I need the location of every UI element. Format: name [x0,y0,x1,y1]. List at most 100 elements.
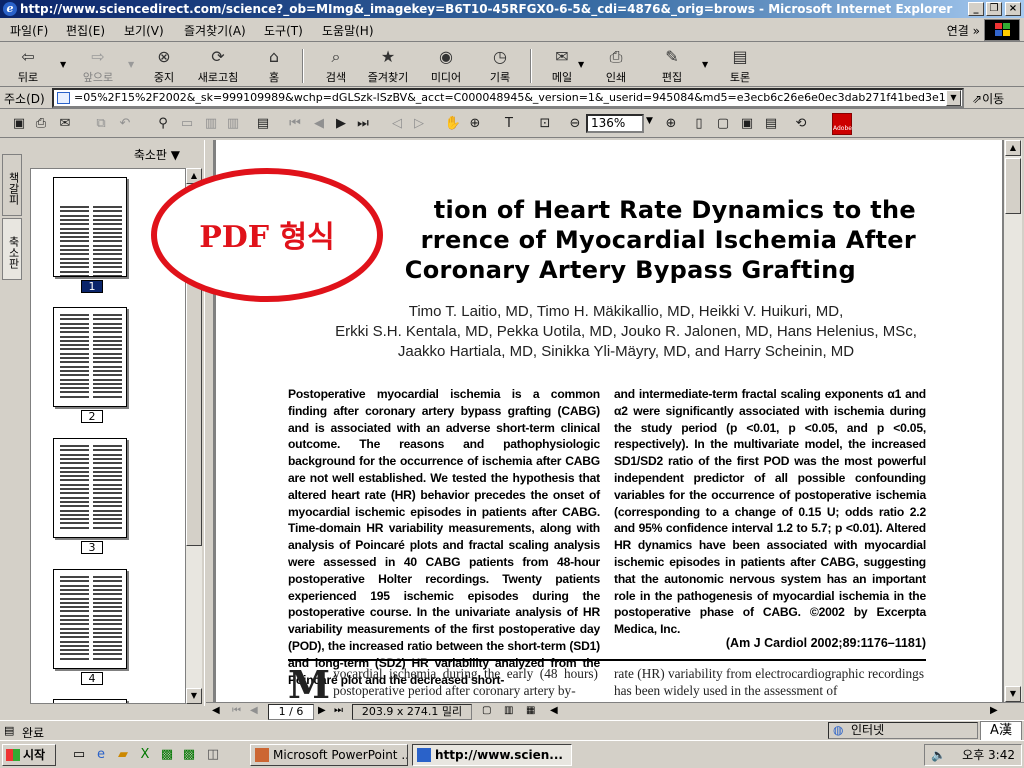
menu-help[interactable]: 도움말(H) [322,22,374,39]
thumbnail-label[interactable]: 1 [81,280,103,293]
thumbnail-label[interactable]: 4 [81,672,103,685]
history-button[interactable]: ◷ 기록 [474,47,526,85]
back-button[interactable]: ⇦ 뒤로 [2,47,54,85]
thumbnail-page-5[interactable] [53,699,127,703]
fit-width-icon[interactable]: ▣ [738,115,756,133]
forward-button[interactable]: ⇨ 앞으로 [72,47,124,85]
menu-favorites[interactable]: 즐겨찾기(A) [184,22,246,39]
hscroll-left-icon[interactable]: ◀ [550,705,558,716]
print-icon[interactable]: ⎙ [32,115,50,133]
refresh-button[interactable]: ⟳ 새로고침 [192,47,244,85]
stop-button[interactable]: ⊗ 중지 [138,47,190,85]
thumbnail-page-1[interactable] [53,177,127,277]
zoom-input[interactable]: 136% [586,114,644,133]
thumbnail-page-4[interactable] [53,569,127,669]
save-icon[interactable]: ▣ [10,115,28,133]
explorer-icon[interactable]: ▰ [114,746,132,764]
fit-page-icon[interactable]: ▢ [714,115,732,133]
snapshot-icon[interactable]: ⊡ [536,115,554,133]
hand-tool-icon[interactable]: ✋ [444,115,462,133]
close-button[interactable]: × [1005,2,1021,16]
menu-tools[interactable]: 도구(T) [264,22,303,39]
search-button[interactable]: ⌕ 검색 [310,47,362,85]
adobe-logo-icon[interactable]: Adobe [832,113,852,135]
hscroll-right-icon[interactable]: ▶ [990,705,998,716]
single-page-icon[interactable]: ▢ [482,705,491,716]
edit-dropdown[interactable]: ▼ [702,60,708,69]
thumbnail-label[interactable]: 2 [81,410,103,423]
edit-button[interactable]: ✎ 편집 [646,47,698,85]
page-layout-icon[interactable]: ▥ [202,115,220,133]
page-number-input[interactable]: 1 / 6 [268,704,314,720]
thumbnail-text-line [60,322,89,325]
forward-dropdown[interactable]: ▼ [128,60,134,69]
previous-view-icon[interactable]: ◁ [388,115,406,133]
last-page-icon[interactable]: ⏭ [354,115,372,133]
undo-icon[interactable]: ↶ [116,115,134,133]
next-page-icon[interactable]: ▶ [318,705,326,716]
email-icon[interactable]: ✉ [56,115,74,133]
zoom-in-icon[interactable]: ⊕ [662,115,680,133]
actual-size-icon[interactable]: ▯ [690,115,708,133]
media-button[interactable]: ◉ 미디어 [420,47,472,85]
minimize-button[interactable]: _ [968,2,984,16]
favorites-button[interactable]: ★ 즐겨찾기 [362,47,414,85]
scroll-up-icon[interactable]: ▲ [1005,140,1021,156]
back-dropdown[interactable]: ▼ [60,60,66,69]
tab-thumbnails[interactable]: 축소판 [2,218,22,280]
find-icon[interactable]: ⚲ [154,115,172,133]
rotate-icon[interactable]: ⟲ [792,115,810,133]
first-page-icon[interactable]: ⏮ [286,115,304,133]
address-dropdown[interactable]: ▼ [946,90,961,106]
zoom-out-icon[interactable]: ⊖ [566,115,584,133]
thumbnail-page-2[interactable] [53,307,127,407]
volume-icon[interactable]: 🔈 [931,745,946,765]
task-powerpoint[interactable]: Microsoft PowerPoint ... [250,744,408,766]
thumbnail-label[interactable]: 3 [81,541,103,554]
document-scrollbar[interactable]: ▲ ▼ [1004,140,1022,704]
mail-dropdown[interactable]: ▼ [578,60,584,69]
first-page-icon[interactable]: ⏮ [232,705,241,716]
last-page-icon[interactable]: ⏭ [334,705,343,716]
thumbnail-menu[interactable]: 축소판 ▼ [134,146,180,163]
previous-page-icon[interactable]: ◀ [250,705,258,716]
print-button[interactable]: ⎙ 인쇄 [590,47,642,85]
ime-indicator[interactable]: A漢 [980,721,1022,741]
scroll-down-icon[interactable]: ▼ [186,688,202,704]
menu-view[interactable]: 보기(V) [124,22,164,39]
search-doc-icon[interactable]: ▭ [178,115,196,133]
navigation-pane-icon[interactable]: ▤ [254,115,272,133]
scroll-thumb[interactable] [1005,158,1021,214]
text-select-icon[interactable]: T [500,115,518,133]
discuss-button[interactable]: ▤ 토론 [714,47,766,85]
start-button[interactable]: 시작 [2,744,56,766]
restore-button[interactable]: ❐ [986,2,1002,16]
zoom-tool-icon[interactable]: ⊕ [466,115,484,133]
ie-quicklaunch-icon[interactable]: e [92,746,110,764]
tab-bookmarks[interactable]: 책갈피 [2,154,22,216]
continuous-icon[interactable]: ▥ [504,705,513,716]
previous-page-icon[interactable]: ◀ [310,115,328,133]
address-input[interactable]: =05%2F15%2F2002&_sk=999109989&wchp=dGLSz… [52,88,964,108]
menu-edit[interactable]: 편집(E) [66,22,105,39]
next-page-icon[interactable]: ▶ [332,115,350,133]
scroll-down-icon[interactable]: ▼ [1005,686,1021,702]
copy-icon[interactable]: ⧉ [92,115,110,133]
zoom-dropdown[interactable]: ▼ [646,116,653,126]
excel-icon[interactable]: X [136,746,154,764]
app-icon[interactable]: ◫ [204,746,222,764]
show-desktop-icon[interactable]: ▭ [70,746,88,764]
fit-visible-icon[interactable]: ▤ [762,115,780,133]
next-view-icon[interactable]: ▷ [410,115,428,133]
thumbnail-page-3[interactable] [53,438,127,538]
home-button[interactable]: ⌂ 홈 [248,47,300,85]
facing-icon[interactable]: ▦ [526,705,535,716]
task-internet-explorer[interactable]: http://www.scien... [412,744,572,766]
page-layout2-icon[interactable]: ▥ [224,115,242,133]
app-icon[interactable]: ▩ [158,746,176,764]
links-toolbar[interactable]: 연결 » [947,22,980,39]
menu-file[interactable]: 파일(F) [10,22,48,39]
app-icon[interactable]: ▩ [180,746,198,764]
go-button[interactable]: ⇗이동 [972,90,1004,107]
nav-left-icon[interactable]: ◀ [212,705,220,716]
